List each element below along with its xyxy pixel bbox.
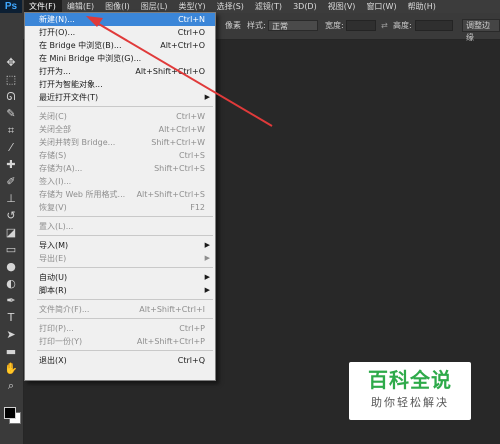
watermark-subtitle: 助你轻松解决 (371, 396, 449, 409)
watermark-logo: 百科全说 助你轻松解决 (349, 362, 471, 420)
watermark-title: 百科全说 (368, 368, 452, 392)
photoshop-window: Ps 文件(F) 编辑(E) 图像(I) 图层(L) 类型(Y) 选择(S) 滤镜(T) 3D… (0, 0, 500, 444)
annotation-arrow-line (91, 19, 273, 127)
